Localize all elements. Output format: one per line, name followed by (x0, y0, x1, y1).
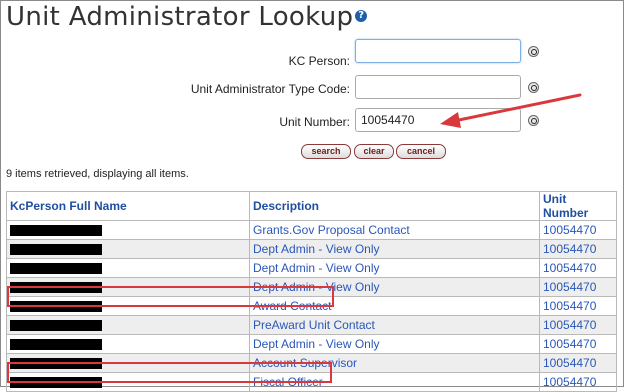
annotation-arrow-icon (440, 93, 582, 128)
